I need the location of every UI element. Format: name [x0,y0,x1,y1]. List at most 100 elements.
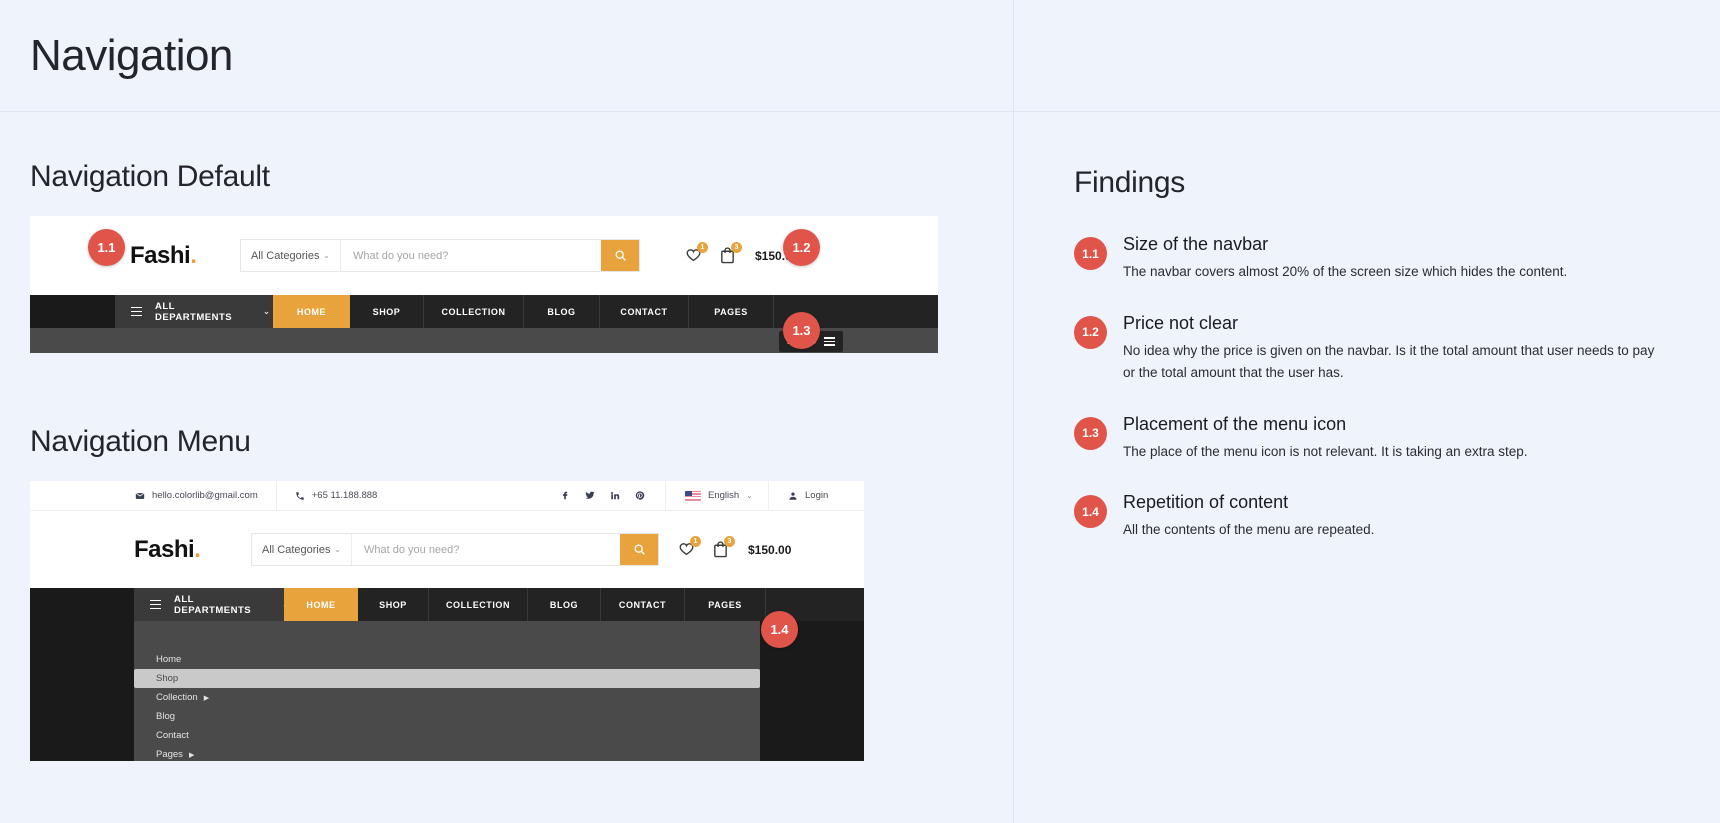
marker-1-2[interactable]: 1.2 [783,229,820,266]
wishlist-badge: 1 [697,242,708,253]
language-select[interactable]: English ⌄ [685,490,753,501]
search-icon [634,544,645,555]
cart-badge: 3 [724,536,735,547]
marker-1-4[interactable]: 1.4 [761,611,798,648]
nav-item-collection[interactable]: COLLECTION [424,295,524,328]
all-departments-label: ALL DEPARTMENTS [155,300,233,323]
chevron-down-icon: ⌄ [263,307,271,316]
nav-item-pages[interactable]: PAGES [689,295,774,328]
shop-header-bar-2: Fashi. All Categories ⌄ What do you need… [30,511,864,588]
search-button[interactable] [620,534,658,565]
brand-logo-dot: . [194,535,201,563]
nav-item-blog[interactable]: BLOG [524,295,600,328]
nav-item-home[interactable]: HOME [273,295,350,328]
dropdown-item-blog[interactable]: Blog [134,707,760,726]
navigation-default-mockup: Fashi. All Categories ⌄ What do you need… [30,216,938,353]
cart-bag-icon[interactable]: 3 [719,242,742,264]
finding-body: Size of the navbar The navbar covers alm… [1123,234,1660,283]
finding-description: No idea why the price is given on the na… [1123,342,1655,380]
divider [275,480,277,511]
finding-description: All the contents of the menu are repeate… [1123,522,1375,538]
brand-logo[interactable]: Fashi. [130,241,197,270]
finding-body: Placement of the menu icon The place of … [1123,414,1660,463]
dropdown-left-spacer [30,621,134,761]
header-actions: 1 3 $150.00 [685,242,798,264]
social-links [560,490,645,501]
mail-icon [135,492,145,499]
dropdown-item-shop[interactable]: Shop [134,669,760,688]
nav-item-shop[interactable]: SHOP [350,295,424,328]
cart-bag-icon[interactable]: 3 [712,536,735,558]
wishlist-heart-icon[interactable]: 1 [685,242,708,264]
phone-contact[interactable]: +65 11.188.888 [295,490,378,501]
category-select-label: All Categories [251,249,320,262]
section-title-menu: Navigation Menu [30,425,251,458]
language-label: English [708,490,740,501]
all-departments-button[interactable]: ALL DEPARTMENTS ⌄ [115,295,273,328]
nav-item-contact[interactable]: CONTACT [600,295,689,328]
utility-bar: hello.colorlib@gmail.com +65 11.188.888 [30,480,864,511]
search-input[interactable]: What do you need? [341,240,601,271]
cart-badge: 3 [731,242,742,253]
brand-logo-text: Fashi [134,535,195,563]
all-departments-label: ALL DEPARTMENTS [174,593,252,616]
navbar-left-spacer [30,588,134,621]
twitter-icon[interactable] [585,490,595,501]
navbar-left-spacer [30,295,115,328]
cart-price: $150.00 [748,542,792,557]
search-input[interactable]: What do you need? [352,534,620,565]
search-icon [615,250,626,261]
nav-item-blog[interactable]: BLOG [528,588,601,621]
category-select[interactable]: All Categories ⌄ [241,240,341,271]
finding-badge: 1.2 [1074,315,1107,349]
all-departments-button[interactable]: ALL DEPARTMENTS ⌄ [134,588,289,621]
dropdown-item-collection[interactable]: Collection ▶ [134,688,760,707]
main-navbar-2: ALL DEPARTMENTS ⌄ HOME SHOP COLLECTION B… [30,588,864,621]
dropdown-item-contact[interactable]: Contact [134,726,760,745]
search-button[interactable] [601,240,639,271]
nav-item-pages[interactable]: PAGES [685,588,766,621]
marker-1-1[interactable]: 1.1 [88,229,125,266]
finding-item: 1.4 Repetition of content All the conten… [1074,492,1660,541]
page-title: Navigation [30,30,233,80]
facebook-icon[interactable] [560,490,570,501]
hamburger-icon [824,337,835,346]
nav-item-contact[interactable]: CONTACT [601,588,685,621]
dropdown-item-home[interactable]: Home [134,650,760,669]
header-actions-2: 1 3 $150.00 [678,536,792,558]
phone-icon [296,491,304,500]
finding-body: Repetition of content All the contents o… [1123,492,1660,541]
pinterest-icon[interactable] [635,490,645,501]
search-input-placeholder: What do you need? [364,543,460,556]
finding-title: Price not clear [1123,312,1239,333]
finding-item: 1.1 Size of the navbar The navbar covers… [1074,234,1660,283]
marker-1-3[interactable]: 1.3 [783,312,820,349]
email-text: hello.colorlib@gmail.com [152,490,258,501]
category-select[interactable]: All Categories ⌄ [252,534,352,565]
submenu-arrow-icon: ▶ [188,751,195,759]
phone-text: +65 11.188.888 [311,490,378,501]
hamburger-icon [150,600,161,609]
email-contact[interactable]: hello.colorlib@gmail.com [135,490,258,501]
login-link[interactable]: Login [788,490,828,501]
finding-badge: 1.3 [1074,416,1107,450]
brand-logo[interactable]: Fashi. [134,535,201,564]
linkedin-icon[interactable] [610,490,620,501]
brand-logo-text: Fashi [130,241,191,269]
nav-item-collection[interactable]: COLLECTION [429,588,528,621]
dropdown-item-pages[interactable]: Pages ▶ [134,745,760,764]
nav-item-shop[interactable]: SHOP [358,588,429,621]
finding-body: Price not clear No idea why the price is… [1123,313,1660,384]
navigation-menu-mockup: hello.colorlib@gmail.com +65 11.188.888 [30,480,864,761]
menu-dropdown-panel: MENU Home Shop Collection ▶ Blog [30,621,864,761]
finding-description: The navbar covers almost 20% of the scre… [1123,264,1568,279]
chevron-down-icon: ⌄ [334,545,341,554]
finding-badge: 1.1 [1074,237,1107,270]
hamburger-icon [131,307,142,316]
search-bar-2: All Categories ⌄ What do you need? [251,533,659,566]
wishlist-heart-icon[interactable]: 1 [678,536,701,558]
wishlist-badge: 1 [690,536,701,547]
login-label: Login [805,490,829,501]
nav-item-home[interactable]: HOME [284,588,358,621]
header-right-panel [1013,0,1720,112]
